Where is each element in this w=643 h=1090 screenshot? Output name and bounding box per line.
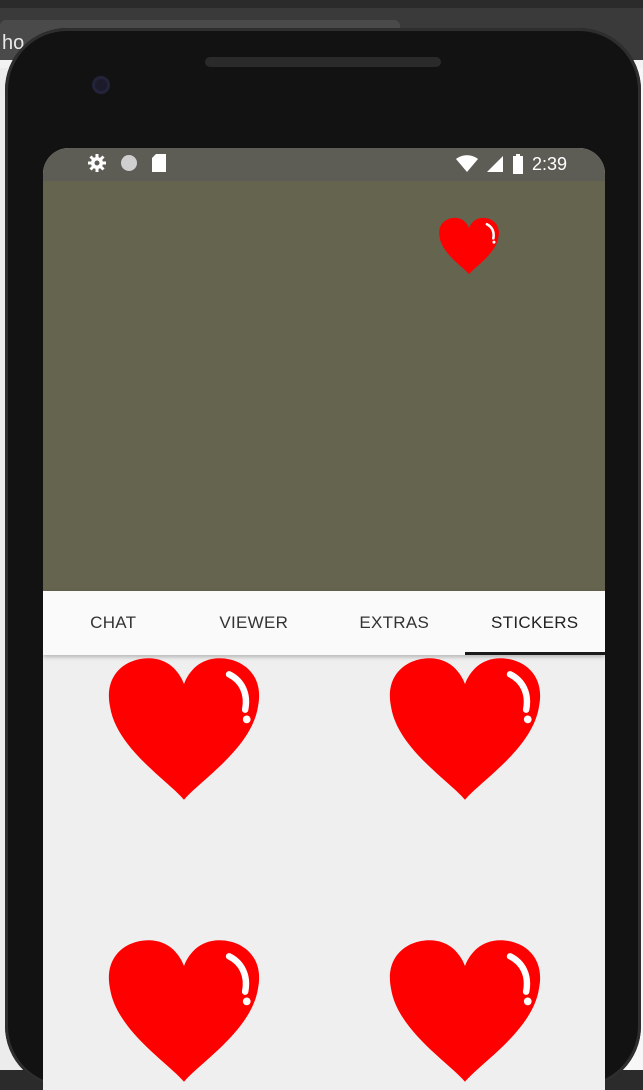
battery-icon bbox=[512, 154, 523, 174]
tab-viewer[interactable]: VIEWER bbox=[184, 591, 325, 655]
tab-extras[interactable]: EXTRAS bbox=[324, 591, 465, 655]
sticker-grid bbox=[43, 655, 605, 1090]
heart-sticker-icon[interactable] bbox=[103, 937, 265, 1085]
phone-screen: 2:39 CHAT VIEWER EXTRAS STICKERS bbox=[43, 148, 605, 1090]
wifi-icon bbox=[455, 155, 478, 172]
tab-bar: CHAT VIEWER EXTRAS STICKERS bbox=[43, 591, 605, 655]
viewer-area[interactable] bbox=[43, 181, 605, 591]
status-time: 2:39 bbox=[531, 154, 567, 174]
heart-sticker-icon[interactable] bbox=[384, 655, 546, 803]
heart-sticker-icon[interactable] bbox=[103, 655, 265, 803]
tab-chat[interactable]: CHAT bbox=[43, 591, 184, 655]
front-camera bbox=[92, 76, 110, 94]
status-left-icons bbox=[87, 153, 167, 173]
circle-icon bbox=[121, 155, 137, 171]
phone-frame: 2:39 CHAT VIEWER EXTRAS STICKERS bbox=[5, 28, 641, 1090]
heart-sticker-icon[interactable] bbox=[384, 937, 546, 1085]
status-right-icons: 2:39 bbox=[455, 153, 567, 175]
tab-stickers[interactable]: STICKERS bbox=[464, 591, 606, 655]
floating-heart-sticker-icon[interactable] bbox=[437, 216, 501, 276]
phone-speaker bbox=[205, 57, 441, 67]
sd-card-icon bbox=[152, 154, 166, 172]
status-bar: 2:39 bbox=[43, 148, 605, 181]
settings-icon bbox=[88, 154, 106, 172]
signal-icon bbox=[486, 156, 503, 172]
